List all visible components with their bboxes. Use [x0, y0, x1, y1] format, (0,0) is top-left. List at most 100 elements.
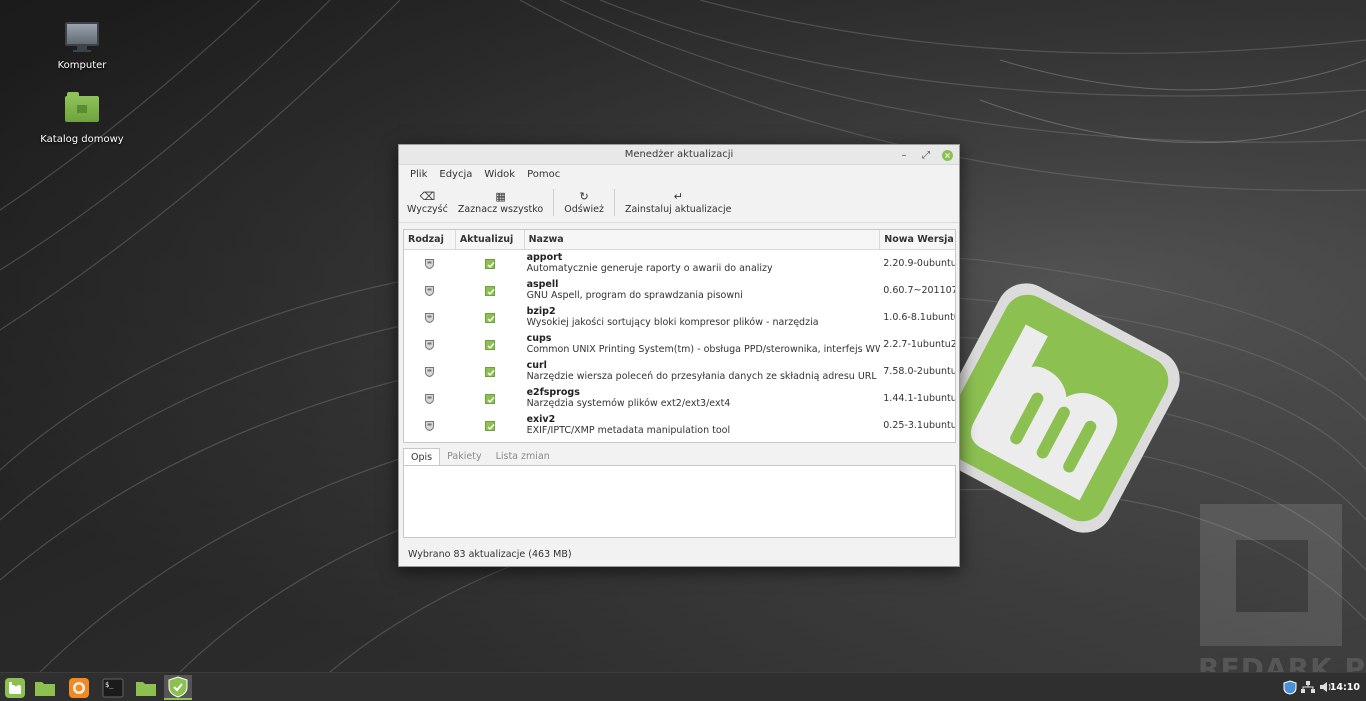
firefox-launcher[interactable] [65, 675, 93, 700]
name-cell: cups Common UNIX Printing System(tm) - ob… [525, 333, 881, 356]
home-folder-icon [64, 92, 100, 128]
package-description: Automatycznie generuje raporty o awarii … [526, 263, 773, 274]
window-title: Menedżer aktualizacji [624, 149, 734, 160]
menu-view[interactable]: Widok [478, 169, 521, 180]
taskbar: $_ 14:10 [0, 672, 1366, 701]
mint-menu-icon [5, 677, 25, 698]
package-description: EXIF/IPTC/XMP metadata manipulation tool [526, 425, 731, 436]
column-update[interactable]: Aktualizuj [456, 230, 525, 249]
toolbar-separator [613, 189, 615, 216]
update-checkbox[interactable] [485, 393, 496, 404]
select-all-icon: ▦ [495, 190, 506, 203]
column-name[interactable]: Nazwa [525, 230, 881, 249]
column-new-version[interactable]: Nowa Wersja [880, 230, 955, 249]
table-row[interactable]: cups Common UNIX Printing System(tm) - ob… [404, 331, 955, 358]
toolbar-separator [553, 189, 555, 216]
files-launcher-2[interactable] [132, 675, 160, 700]
type-cell [404, 393, 456, 404]
menu-edit[interactable]: Edycja [433, 169, 478, 180]
update-checkbox[interactable] [485, 420, 496, 431]
desktop-icon-label: Komputer [57, 60, 107, 71]
menu-file[interactable]: Plik [404, 169, 433, 180]
update-tray-icon[interactable] [1283, 680, 1297, 695]
desktop-icon-computer[interactable]: Komputer [37, 22, 127, 71]
enter-icon: ↵ [673, 190, 683, 203]
update-checkbox[interactable] [485, 285, 496, 296]
update-checkbox[interactable] [485, 258, 496, 269]
column-type[interactable]: Rodzaj [404, 230, 456, 249]
type-cell [404, 366, 456, 377]
computer-icon [64, 22, 100, 54]
watermark-logo [1200, 504, 1342, 646]
update-cell [456, 393, 525, 404]
toolbar: ⌫ Wyczyść ▦ Zaznacz wszystko ↻ Odśwież ↵… [399, 183, 959, 223]
type-cell [404, 339, 456, 350]
name-cell: curl Narzędzie wiersza poleceń do przesył… [525, 360, 881, 383]
package-description: Wysokiej jakości sortujący bloki kompres… [526, 317, 819, 328]
package-name: exiv2 [526, 414, 556, 425]
package-type-icon [425, 339, 435, 350]
update-checkbox[interactable] [485, 366, 496, 377]
name-cell: aspell GNU Aspell, program do sprawdzania… [525, 279, 881, 302]
tab-description[interactable]: Opis [403, 448, 441, 466]
files-launcher[interactable] [31, 675, 59, 700]
table-body: apport Automatycznie generuje raporty o a… [404, 250, 955, 439]
update-checkbox[interactable] [485, 339, 496, 350]
install-updates-label: Zainstaluj aktualizacje [624, 204, 732, 215]
update-cell [456, 339, 525, 350]
install-updates-button[interactable]: ↵ Zainstaluj aktualizacje [620, 183, 737, 222]
table-row[interactable]: exiv2 EXIF/IPTC/XMP metadata manipulation… [404, 412, 955, 439]
status-text: Wybrano 83 aktualizacje (463 MB) [408, 549, 572, 560]
package-description: Common UNIX Printing System(tm) - obsług… [526, 344, 881, 355]
menu-help[interactable]: Pomoc [521, 169, 566, 180]
package-version: 0.60.7~2011070 [883, 285, 955, 296]
package-type-icon [425, 420, 435, 431]
update-cell [456, 420, 525, 431]
clear-button[interactable]: ⌫ Wyczyść [402, 183, 453, 222]
package-version: 7.58.0-2ubuntu3 [883, 366, 955, 377]
type-cell [404, 285, 456, 296]
select-all-label: Zaznacz wszystko [457, 204, 544, 215]
package-type-icon [425, 285, 435, 296]
update-manager-window: Menedżer aktualizacji – ⤢ × Plik Edycja … [398, 144, 960, 567]
package-type-icon [425, 393, 435, 404]
table-row[interactable]: e2fsprogs Narzędzia systemów plików ext2/… [404, 385, 955, 412]
name-cell: bzip2 Wysokiej jakości sortujący bloki ko… [525, 306, 881, 329]
close-button[interactable]: × [942, 149, 953, 161]
maximize-button[interactable]: ⤢ [920, 146, 932, 165]
svg-text:$_: $_ [105, 681, 114, 689]
package-description: GNU Aspell, program do sprawdzania pisow… [526, 290, 743, 301]
update-manager-task[interactable] [164, 675, 192, 700]
package-name: curl [526, 360, 547, 371]
desktop-icon-home[interactable]: Katalog domowy [37, 92, 127, 145]
name-cell: e2fsprogs Narzędzia systemów plików ext2/… [525, 387, 881, 410]
update-cell [456, 285, 525, 296]
minimize-button[interactable]: – [898, 146, 910, 165]
network-icon[interactable] [1301, 680, 1315, 694]
package-version: 2.2.7-1ubuntu2. [883, 339, 955, 350]
select-all-button[interactable]: ▦ Zaznacz wszystko [453, 183, 548, 222]
watermark-text: REDARK.PL [1198, 652, 1366, 672]
update-checkbox[interactable] [485, 312, 496, 323]
table-row[interactable]: aspell GNU Aspell, program do sprawdzania… [404, 277, 955, 304]
terminal-launcher[interactable]: $_ [99, 675, 127, 700]
mint-menu-button[interactable] [1, 675, 29, 700]
package-description: Narzędzie wiersza poleceń do przesyłania… [526, 371, 877, 382]
table-row[interactable]: apport Automatycznie generuje raporty o a… [404, 250, 955, 277]
tab-changelog[interactable]: Lista zmian [489, 448, 557, 466]
refresh-button[interactable]: ↻ Odśwież [559, 183, 609, 222]
package-type-icon [425, 366, 435, 377]
details-panel [403, 465, 956, 538]
tab-packages[interactable]: Pakiety [440, 448, 488, 466]
package-name: bzip2 [526, 306, 556, 317]
shield-icon [168, 675, 188, 698]
title-bar[interactable]: Menedżer aktualizacji – ⤢ × [399, 145, 959, 165]
refresh-label: Odśwież [564, 204, 604, 215]
name-cell: apport Automatycznie generuje raporty o a… [525, 252, 881, 275]
table-row[interactable]: bzip2 Wysokiej jakości sortujący bloki ko… [404, 304, 955, 331]
table-row[interactable]: curl Narzędzie wiersza poleceń do przesył… [404, 358, 955, 385]
package-version: 1.0.6-8.1ubuntu [883, 312, 955, 323]
package-type-icon [425, 258, 435, 269]
clock[interactable]: 14:10 [1330, 673, 1360, 701]
type-cell [404, 420, 456, 431]
